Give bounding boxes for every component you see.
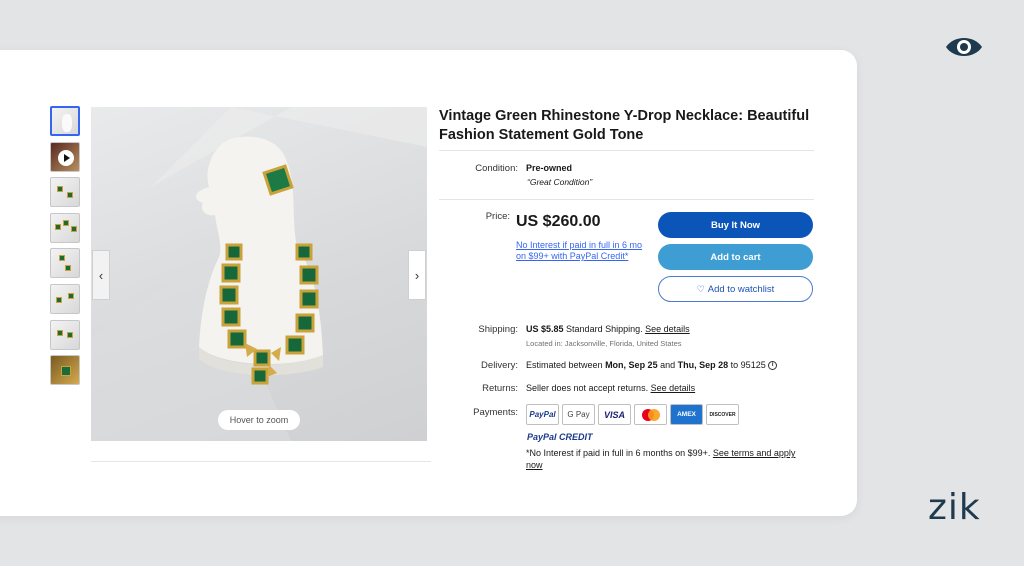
chevron-left-icon: ‹ bbox=[98, 267, 104, 283]
paypal-credit-note: *No Interest if paid in full in 6 months… bbox=[526, 448, 811, 471]
returns-details-link[interactable]: See details bbox=[651, 383, 696, 393]
watchlist-label: Add to watchlist bbox=[707, 283, 775, 295]
zik-logo: zik bbox=[928, 487, 981, 528]
chevron-right-icon: › bbox=[414, 267, 420, 283]
play-icon bbox=[58, 149, 74, 166]
delivery-end: Thu, Sep 28 bbox=[677, 360, 729, 370]
divider bbox=[91, 461, 431, 462]
returns-text: Seller does not accept returns. bbox=[526, 383, 649, 393]
main-product-image[interactable] bbox=[91, 107, 427, 441]
price-value: US $260.00 bbox=[516, 213, 601, 230]
info-icon[interactable]: i bbox=[768, 361, 778, 371]
shipping-method: Standard Shipping. bbox=[566, 324, 643, 334]
divider bbox=[439, 150, 814, 151]
returns-info: Seller does not accept returns. See deta… bbox=[526, 383, 816, 395]
thumbnail-1[interactable] bbox=[50, 106, 80, 136]
necklace-bust-illustration bbox=[91, 107, 427, 441]
amex-logo: AMEX bbox=[670, 404, 703, 425]
payments-label: Payments: bbox=[473, 407, 518, 418]
add-to-watchlist-button[interactable]: ♡ Add to watchlist bbox=[658, 276, 813, 302]
mastercard-logo bbox=[634, 404, 667, 425]
paypal-logo: PayPal bbox=[526, 404, 559, 425]
price-label: Price: bbox=[485, 211, 510, 222]
thumbnail-4[interactable] bbox=[50, 212, 80, 243]
shipping-info: US $5.85 Standard Shipping. See details bbox=[526, 324, 816, 336]
condition-value: Pre-owned bbox=[526, 163, 573, 173]
eye-icon bbox=[946, 38, 982, 56]
thumbnail-video[interactable] bbox=[50, 141, 80, 172]
shipping-label: Shipping: bbox=[478, 324, 518, 335]
thumbnail-8[interactable] bbox=[50, 355, 80, 386]
thumbnail-7[interactable] bbox=[50, 319, 80, 350]
thumbnail-6[interactable] bbox=[50, 283, 80, 314]
divider bbox=[439, 199, 814, 200]
hover-to-zoom-hint: Hover to zoom bbox=[218, 410, 300, 430]
item-location: Located in: Jacksonville, Florida, Unite… bbox=[526, 339, 682, 348]
thumbnail-strip bbox=[50, 106, 82, 391]
add-to-cart-button[interactable]: Add to cart bbox=[658, 244, 813, 270]
heart-icon: ♡ bbox=[696, 283, 705, 294]
condition-label: Condition: bbox=[475, 163, 518, 174]
delivery-label: Delivery: bbox=[481, 360, 518, 371]
next-image-button[interactable]: › bbox=[408, 250, 426, 300]
thumbnail-5[interactable] bbox=[50, 248, 80, 279]
paypal-credit-note-text: *No Interest if paid in full in 6 months… bbox=[526, 448, 711, 458]
visa-logo: VISA bbox=[598, 404, 631, 425]
delivery-start: Mon, Sep 25 bbox=[605, 360, 658, 370]
mastercard-icon bbox=[641, 408, 660, 421]
discover-logo: DISCOVER bbox=[706, 404, 739, 425]
google-pay-logo: G Pay bbox=[562, 404, 595, 425]
thumbnail-3[interactable] bbox=[50, 177, 80, 208]
delivery-estimate: Estimated between Mon, Sep 25 and Thu, S… bbox=[526, 360, 816, 372]
shipping-cost: US $5.85 bbox=[526, 324, 564, 334]
condition-note: “Great Condition” bbox=[527, 177, 593, 187]
delivery-zip: to 95125 bbox=[730, 360, 766, 370]
paypal-credit-text: PayPal CREDIT bbox=[527, 432, 593, 442]
financing-link[interactable]: No Interest if paid in full in 6 mo on $… bbox=[516, 240, 648, 262]
delivery-and: and bbox=[660, 360, 676, 370]
previous-image-button[interactable]: ‹ bbox=[92, 250, 110, 300]
buy-it-now-button[interactable]: Buy It Now bbox=[658, 212, 813, 238]
paypal-credit-logo: PayPal CREDIT bbox=[527, 432, 593, 442]
returns-label: Returns: bbox=[482, 383, 518, 394]
delivery-prefix: Estimated between bbox=[526, 360, 603, 370]
shipping-details-link[interactable]: See details bbox=[645, 324, 690, 334]
listing-title: Vintage Green Rhinestone Y-Drop Necklace… bbox=[439, 108, 810, 143]
